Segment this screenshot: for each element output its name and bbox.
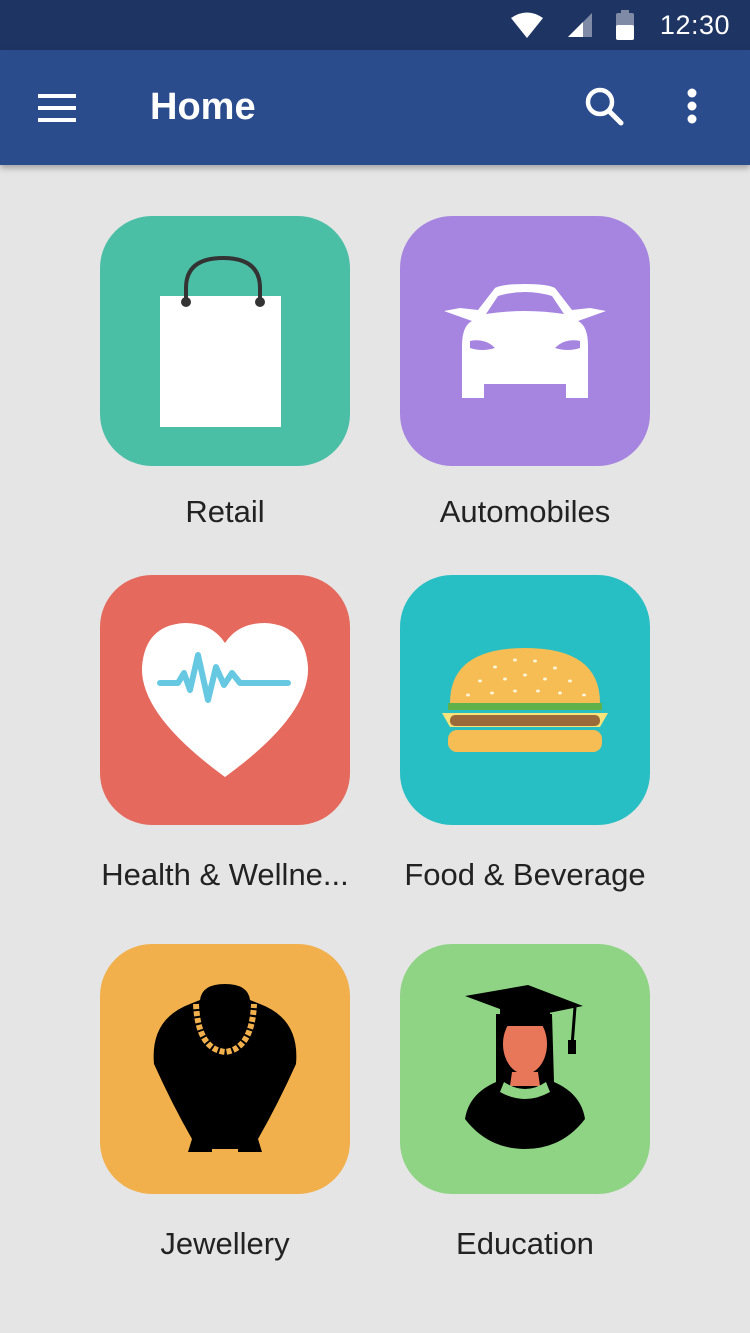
search-icon [585,87,624,126]
shopping-bag-icon [160,255,281,427]
necklace-icon [153,984,297,1152]
battery-icon [615,10,634,40]
category-tile-retail[interactable]: Retail [100,216,350,529]
category-tile-food-beverage[interactable]: Food & Beverage [400,575,650,892]
category-icon-box [100,216,350,466]
category-tile-automobiles[interactable]: Automobiles [400,216,650,529]
category-tile-health-wellness[interactable]: Health & Wellne... [100,575,350,892]
graduate-icon [465,985,585,1149]
hamburger-menu-icon [38,94,76,122]
search-button[interactable] [578,80,630,132]
burger-icon [442,648,608,752]
category-icon-box [100,575,350,825]
category-icon-box [400,944,650,1194]
category-label: Retail [185,494,265,529]
clock-time: 12:30 [659,9,730,40]
category-tile-jewellery[interactable]: Jewellery [100,944,350,1261]
page-title: Home [150,86,256,128]
more-options-button[interactable] [672,80,712,132]
more-vert-icon [687,88,697,124]
car-icon [444,284,606,398]
category-label: Food & Beverage [404,857,646,892]
menu-button[interactable] [28,85,84,131]
category-icon-box [400,216,650,466]
category-icon-box [100,944,350,1194]
category-label: Jewellery [160,1226,290,1261]
category-label: Automobiles [439,494,611,529]
cellular-signal-icon [567,13,592,37]
category-tile-education[interactable]: Education [400,944,650,1261]
category-label: Education [456,1226,594,1261]
wifi-icon [510,12,543,38]
app-bar: Home [0,50,750,165]
category-label: Health & Wellne... [101,857,349,892]
status-bar: 12:30 [0,0,750,50]
heart-pulse-icon [141,623,309,777]
category-icon-box [400,575,650,825]
